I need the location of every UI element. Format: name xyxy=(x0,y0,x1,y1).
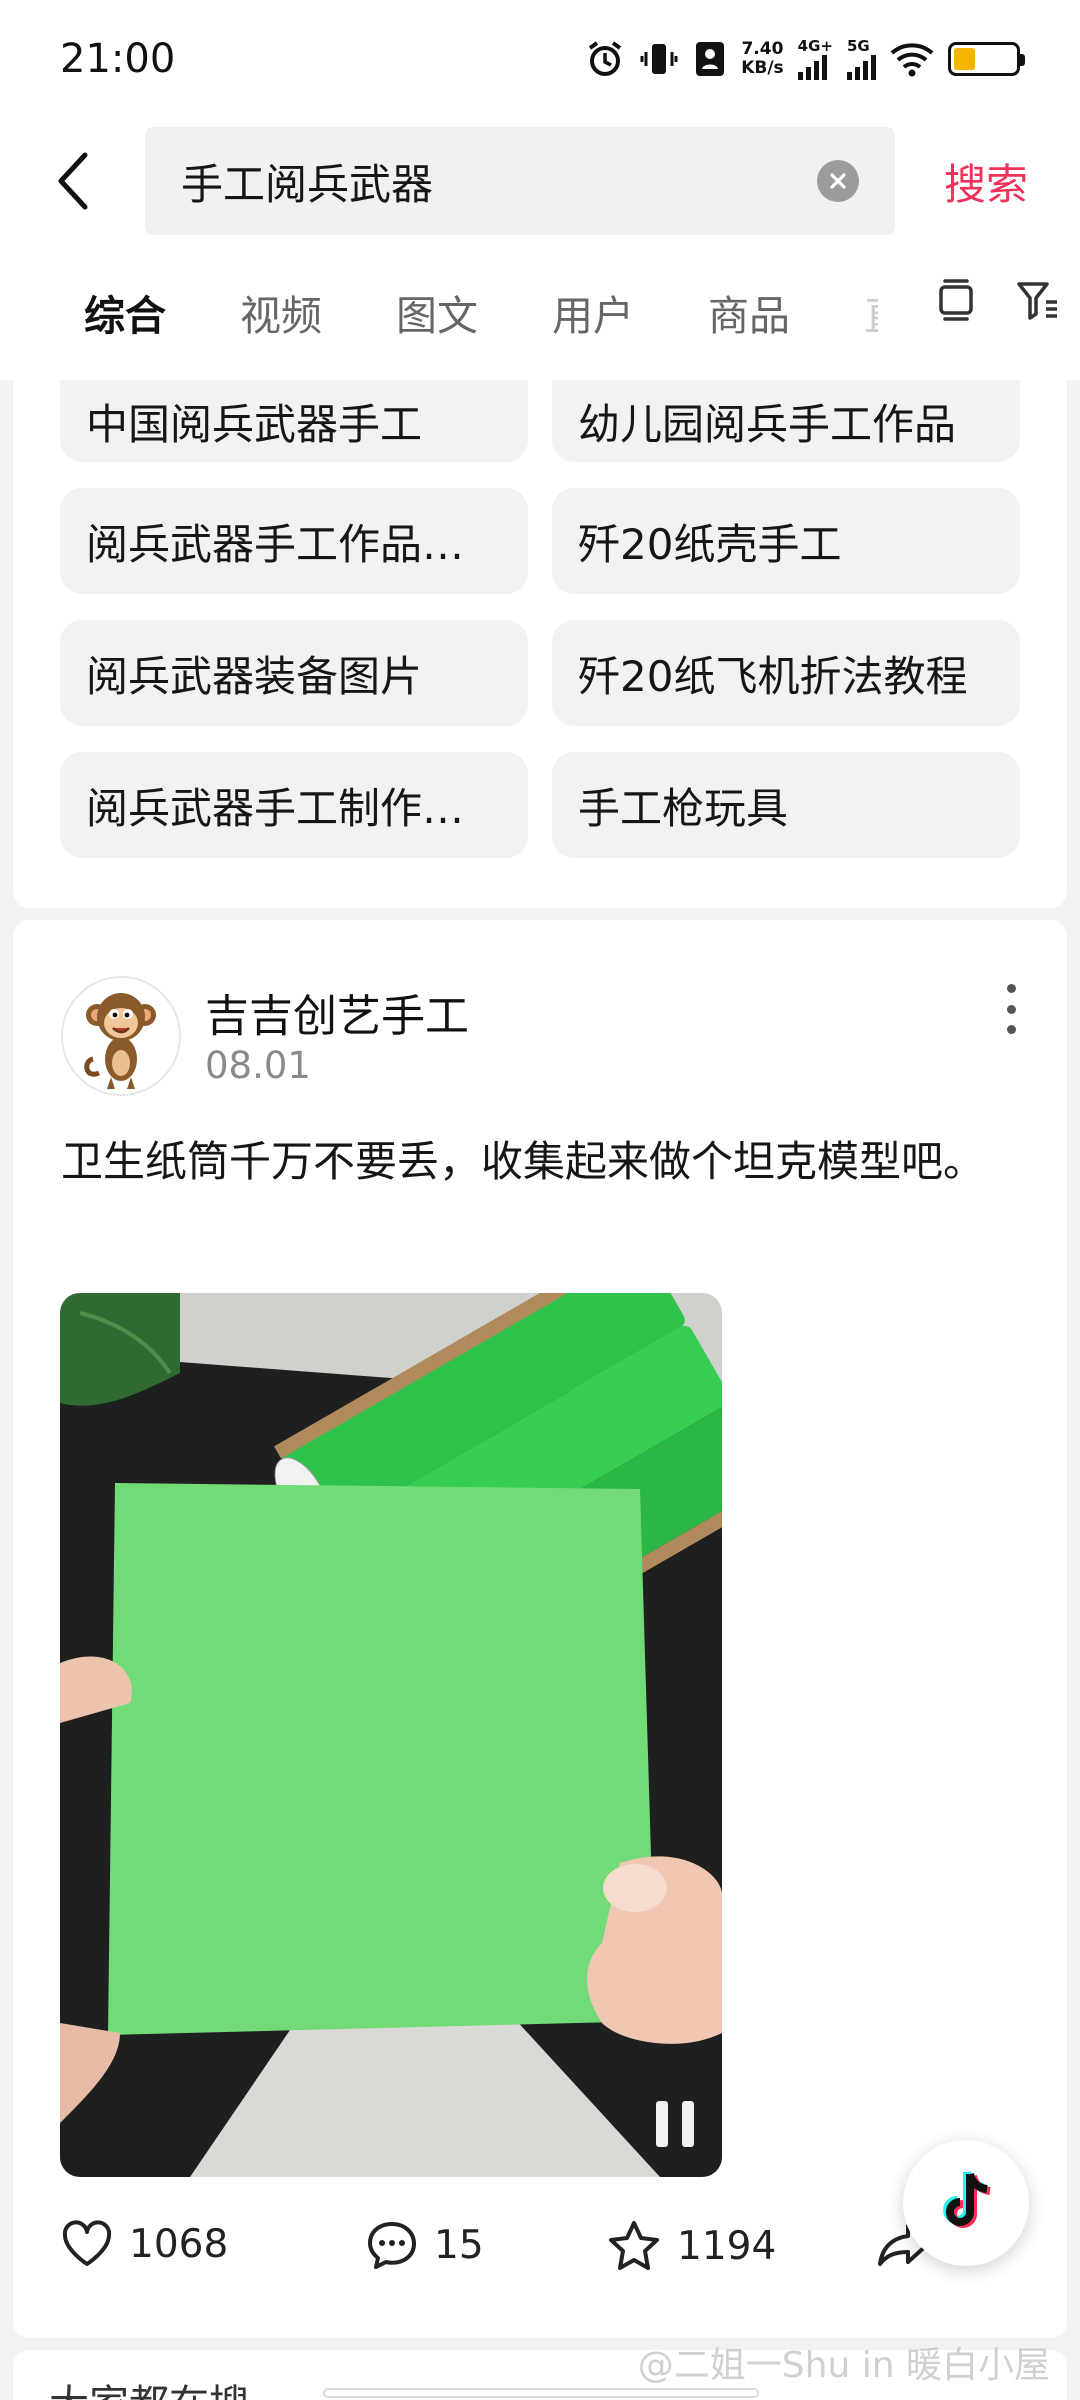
comment-count: 15 xyxy=(434,2222,484,2268)
signal-5g: 5G xyxy=(847,36,876,80)
contact-card-icon xyxy=(693,39,727,79)
related-searches: 中国阅兵武器手工 幼儿园阅兵手工作品 阅兵武器手工作品… 歼20纸壳手工 阅兵武… xyxy=(13,380,1067,908)
tab-products[interactable]: 商品 xyxy=(708,282,790,342)
signal-bars-icon xyxy=(797,54,827,80)
network-speed: 7.40 KB/s xyxy=(741,40,783,78)
suggestion-chip[interactable]: 手工枪玩具 xyxy=(552,752,1020,858)
result-tabs: 综合 视频 图文 用户 商品 直 xyxy=(0,244,1080,388)
comment-button[interactable]: 15 xyxy=(366,2220,484,2270)
clear-search-button[interactable] xyxy=(817,160,859,202)
net-speed-value: 7.40 xyxy=(741,39,784,59)
avatar[interactable] xyxy=(61,976,181,1096)
search-button[interactable]: 搜索 xyxy=(944,151,1028,212)
suggestion-chip[interactable]: 歼20纸飞机折法教程 xyxy=(552,620,1020,726)
vibrate-icon xyxy=(639,39,679,79)
status-time: 21:00 xyxy=(60,36,176,82)
suggestion-chip[interactable]: 阅兵武器手工作品… xyxy=(60,488,528,594)
comment-icon xyxy=(366,2220,418,2270)
suggestion-chip[interactable]: 幼儿园阅兵手工作品 xyxy=(552,380,1020,462)
status-bar: 21:00 7.40 KB/s 4G+ 5G xyxy=(0,0,1080,118)
tab-all[interactable]: 综合 xyxy=(84,282,166,388)
signal-bars-icon xyxy=(847,54,876,80)
douyin-float-button[interactable] xyxy=(903,2140,1029,2266)
video-frame xyxy=(60,1293,722,2177)
filter-icon[interactable] xyxy=(1016,278,1060,326)
tab-users[interactable]: 用户 xyxy=(552,282,634,342)
net-speed-unit: KB/s xyxy=(741,58,784,78)
back-button[interactable] xyxy=(0,118,145,244)
back-arrow-icon xyxy=(58,152,87,210)
like-button[interactable]: 1068 xyxy=(61,2220,228,2268)
douyin-logo-icon xyxy=(943,2170,991,2228)
suggestion-chip[interactable]: 阅兵武器装备图片 xyxy=(60,620,528,726)
tab-live[interactable]: 直 xyxy=(864,282,878,342)
battery-level xyxy=(954,48,975,70)
post-date: 08.01 xyxy=(205,1044,311,1087)
battery-icon xyxy=(948,42,1025,76)
next-section-title: 大家都在搜 xyxy=(49,2372,249,2400)
tab-image-text[interactable]: 图文 xyxy=(396,282,478,342)
favorite-button[interactable]: 1194 xyxy=(607,2220,776,2272)
tab-grid-icon[interactable] xyxy=(936,278,976,326)
next-section-divider xyxy=(323,2388,759,2398)
more-options-button[interactable] xyxy=(999,984,1023,1034)
like-count: 1068 xyxy=(129,2221,229,2267)
search-input[interactable]: 手工阅兵武器 xyxy=(145,127,895,235)
wifi-icon xyxy=(890,41,934,77)
post-card: 吉吉创艺手工 08.01 卫生纸筒千万不要丢，收集起来做个坦克模型吧。 1068… xyxy=(13,920,1067,2338)
monkey-avatar-icon xyxy=(84,993,156,1089)
author-name[interactable]: 吉吉创艺手工 xyxy=(205,980,469,1044)
close-icon xyxy=(830,173,846,189)
suggestion-chip[interactable]: 阅兵武器手工制作… xyxy=(60,752,528,858)
more-dot xyxy=(1006,984,1016,993)
favorite-count: 1194 xyxy=(677,2223,777,2269)
signal-4g: 4G+ xyxy=(797,36,833,80)
watermark: @二姐一Shu in 暖白小屋 xyxy=(637,2345,1050,2386)
star-icon xyxy=(607,2220,661,2272)
alarm-icon xyxy=(585,39,625,79)
more-dot xyxy=(1006,1025,1016,1034)
suggestion-chip[interactable]: 中国阅兵武器手工 xyxy=(60,380,528,462)
signal-5g-label: 5G xyxy=(847,36,870,55)
post-actions: 1068 15 1194 84 xyxy=(61,2220,1051,2290)
post-text[interactable]: 卫生纸筒千万不要丢，收集起来做个坦克模型吧。 xyxy=(61,1130,1021,1194)
suggestion-chip[interactable]: 歼20纸壳手工 xyxy=(552,488,1020,594)
video-player[interactable] xyxy=(60,1293,722,2177)
heart-icon xyxy=(61,2220,113,2268)
pause-icon[interactable] xyxy=(656,2101,694,2147)
signal-4g-label: 4G+ xyxy=(797,36,833,55)
status-icons: 7.40 KB/s 4G+ 5G xyxy=(585,36,1025,80)
search-query: 手工阅兵武器 xyxy=(181,159,434,209)
more-dot xyxy=(1006,1004,1016,1014)
search-header: 手工阅兵武器 搜索 xyxy=(0,118,1080,244)
tab-video[interactable]: 视频 xyxy=(240,282,322,342)
